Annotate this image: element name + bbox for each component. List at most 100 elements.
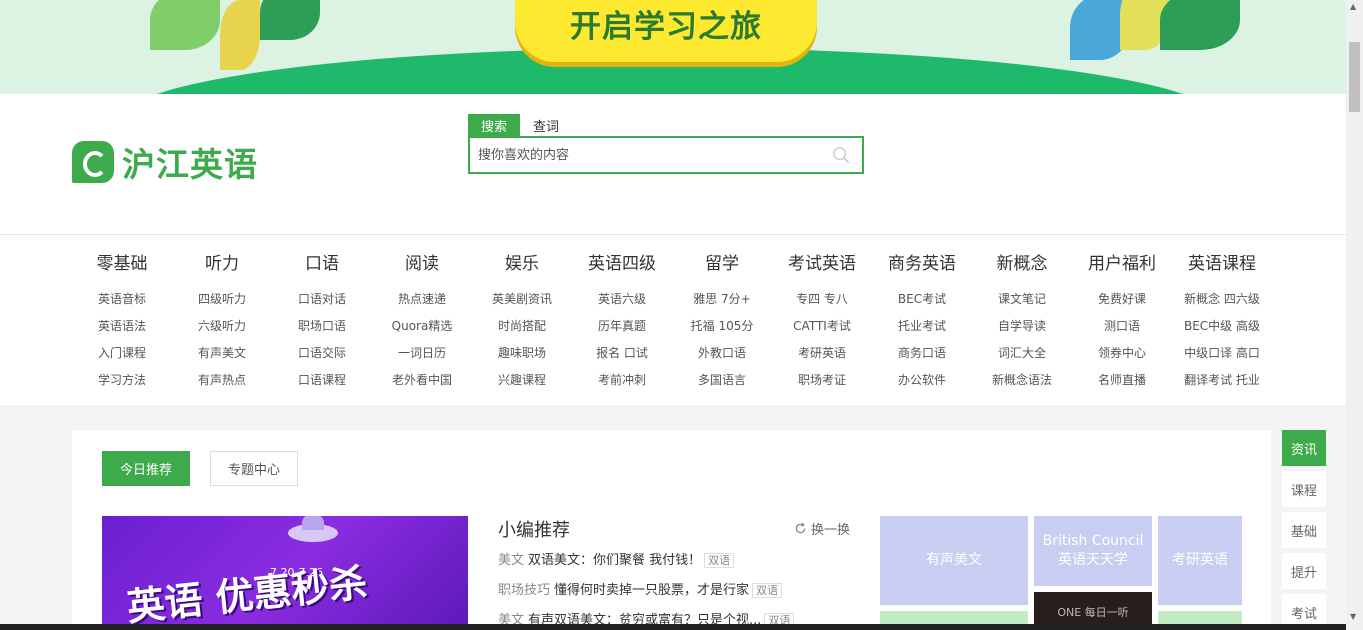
nav-link[interactable]: 托福 105分: [672, 316, 772, 343]
nav-heading[interactable]: 用户福利: [1072, 253, 1172, 275]
nav-link[interactable]: BEC考试: [872, 289, 972, 316]
tile-postgrad-english[interactable]: 考研英语: [1158, 516, 1242, 605]
nav-link[interactable]: 新概念语法: [972, 370, 1072, 397]
nav-heading[interactable]: 考试英语: [772, 253, 872, 275]
side-tab-advance[interactable]: 提升: [1282, 553, 1326, 589]
nav-link[interactable]: 考前冲刺: [572, 370, 672, 397]
nav-link[interactable]: 口语课程: [272, 370, 372, 397]
search-tab-search[interactable]: 搜索: [468, 114, 521, 136]
tab-topic-center[interactable]: 专题中心: [210, 451, 298, 486]
item-title[interactable]: 双语美文：你们聚餐 我付钱！: [528, 553, 701, 568]
tab-today-picks[interactable]: 今日推荐: [102, 451, 190, 486]
nav-link[interactable]: 英语六级: [572, 289, 672, 316]
item-category[interactable]: 美文: [498, 553, 524, 568]
nav-link[interactable]: 入门课程: [72, 343, 172, 370]
nav-link[interactable]: 有声美文: [172, 343, 272, 370]
nav-link[interactable]: 老外看中国: [372, 370, 472, 397]
nav-link[interactable]: 职场口语: [272, 316, 372, 343]
search-area: 搜索 查词: [468, 114, 864, 174]
nav-link[interactable]: 趣味职场: [472, 343, 572, 370]
nav-link[interactable]: 领券中心: [1072, 343, 1172, 370]
nav-link[interactable]: 免费好课: [1072, 289, 1172, 316]
search-tabs: 搜索 查词: [468, 114, 864, 136]
tile-british-council[interactable]: British Council 英语天天学: [1034, 516, 1152, 586]
nav-column: 口语 口语对话 职场口语 口语交际 口语课程: [272, 253, 372, 397]
nav-link[interactable]: 词汇大全: [972, 343, 1072, 370]
nav-link[interactable]: 翻译考试 托业: [1172, 370, 1272, 397]
nav-heading[interactable]: 听力: [172, 253, 272, 275]
nav-link[interactable]: 外教口语: [672, 343, 772, 370]
nav-link[interactable]: 英美剧资讯: [472, 289, 572, 316]
nav-link[interactable]: 托业考试: [872, 316, 972, 343]
nav-link[interactable]: 英语语法: [72, 316, 172, 343]
nav-link[interactable]: 口语对话: [272, 289, 372, 316]
item-tag: 双语: [752, 583, 783, 598]
nav-link[interactable]: 课文笔记: [972, 289, 1072, 316]
nav-link[interactable]: 口语交际: [272, 343, 372, 370]
nav-heading[interactable]: 商务英语: [872, 253, 972, 275]
nav-link[interactable]: 雅思 7分+: [672, 289, 772, 316]
nav-link[interactable]: 时尚搭配: [472, 316, 572, 343]
nav-link[interactable]: CATTI考试: [772, 316, 872, 343]
nav-heading[interactable]: 阅读: [372, 253, 472, 275]
nav-link[interactable]: 六级听力: [172, 316, 272, 343]
search-input[interactable]: [470, 138, 810, 172]
nav-link[interactable]: 兴趣课程: [472, 370, 572, 397]
nav-link[interactable]: 热点速递: [372, 289, 472, 316]
refresh-label: 换一换: [810, 523, 850, 538]
nav-link[interactable]: 英语音标: [72, 289, 172, 316]
start-learning-button[interactable]: 开启学习之旅: [515, 0, 817, 62]
nav-heading[interactable]: 新概念: [972, 253, 1072, 275]
nav-heading[interactable]: 英语课程: [1172, 253, 1272, 275]
side-tab-basics[interactable]: 基础: [1282, 512, 1326, 548]
main-content: 今日推荐 专题中心 7.20-7.26 英语 优惠秒杀 小编推荐 换一换 美文双…: [72, 430, 1271, 630]
nav-link[interactable]: 商务口语: [872, 343, 972, 370]
list-item[interactable]: 职场技巧 懂得何时卖掉一只股票，才是行家 双语: [498, 576, 850, 606]
nav-link[interactable]: 新概念 四六级: [1172, 289, 1272, 316]
side-tab-news[interactable]: 资讯: [1282, 430, 1326, 466]
nav-heading[interactable]: 口语: [272, 253, 372, 275]
nav-link[interactable]: 中级口译 高口: [1172, 343, 1272, 370]
nav-link[interactable]: 专四 专八: [772, 289, 872, 316]
nav-column: 阅读 热点速递 Quora精选 一词日历 老外看中国: [372, 253, 472, 397]
nav-link[interactable]: BEC中级 高级: [1172, 316, 1272, 343]
nav-link[interactable]: 多国语言: [672, 370, 772, 397]
nav-heading[interactable]: 零基础: [72, 253, 172, 275]
nav-link[interactable]: Quora精选: [372, 316, 472, 343]
nav-link[interactable]: 考研英语: [772, 343, 872, 370]
nav-link[interactable]: 四级听力: [172, 289, 272, 316]
nav-link[interactable]: 学习方法: [72, 370, 172, 397]
nav-heading[interactable]: 娱乐: [472, 253, 572, 275]
tile-audio-essays[interactable]: 有声美文: [880, 516, 1028, 605]
search-box: [468, 136, 864, 174]
search-tab-dictionary[interactable]: 查词: [520, 114, 572, 136]
list-item[interactable]: 美文 双语美文：你们聚餐 我付钱！ 双语: [498, 546, 850, 576]
nav-link[interactable]: 测口语: [1072, 316, 1172, 343]
nav-link[interactable]: 报名 口试: [572, 343, 672, 370]
nav-link[interactable]: 办公软件: [872, 370, 972, 397]
search-icon[interactable]: [832, 146, 850, 164]
refresh-button[interactable]: 换一换: [794, 519, 850, 538]
scroll-up-icon[interactable]: ▲: [1350, 2, 1356, 11]
nav-link[interactable]: 有声热点: [172, 370, 272, 397]
leaf-decoration-left: [150, 0, 220, 50]
nav-heading[interactable]: 留学: [672, 253, 772, 275]
top-banner[interactable]: 开启学习之旅: [0, 0, 1346, 94]
site-header: 沪江英语 搜索 查词: [0, 94, 1346, 235]
nav-link[interactable]: 职场考证: [772, 370, 872, 397]
nav-column: 商务英语 BEC考试 托业考试 商务口语 办公软件: [872, 253, 972, 397]
item-category[interactable]: 职场技巧: [498, 583, 550, 598]
site-logo[interactable]: 沪江英语: [72, 138, 258, 186]
nav-column: 听力 四级听力 六级听力 有声美文 有声热点: [172, 253, 272, 397]
nav-link[interactable]: 历年真题: [572, 316, 672, 343]
scrollbar-thumb[interactable]: [1349, 42, 1360, 112]
nav-link[interactable]: 一词日历: [372, 343, 472, 370]
side-tab-courses[interactable]: 课程: [1282, 471, 1326, 507]
page-scrollbar[interactable]: ▲ ▼: [1346, 0, 1363, 630]
promo-banner[interactable]: 7.20-7.26 英语 优惠秒杀: [102, 516, 468, 630]
item-title[interactable]: 懂得何时卖掉一只股票，才是行家: [554, 583, 749, 598]
nav-link[interactable]: 名师直播: [1072, 370, 1172, 397]
nav-link[interactable]: 自学导读: [972, 316, 1072, 343]
scroll-down-icon[interactable]: ▼: [1350, 612, 1356, 621]
nav-heading[interactable]: 英语四级: [572, 253, 672, 275]
